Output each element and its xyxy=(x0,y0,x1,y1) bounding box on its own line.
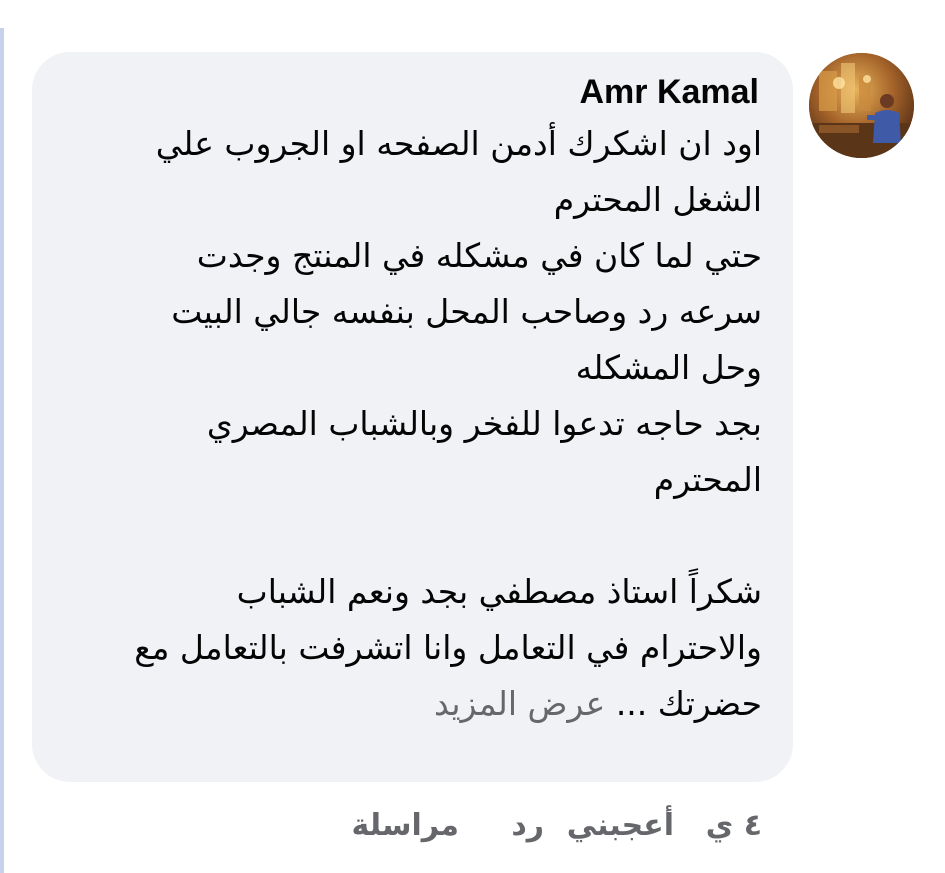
comment-line xyxy=(72,508,762,564)
comment-author-name[interactable]: Amr Kamal xyxy=(579,72,759,112)
comment-line: الشغل المحترم xyxy=(553,180,762,219)
comment-line: بجد حاجه تدعوا للفخر وبالشباب المصري xyxy=(206,404,762,443)
message-button[interactable]: مراسلة xyxy=(352,802,459,850)
see-more-link[interactable]: عرض المزيد xyxy=(434,684,605,723)
comment-actions: ٤ ي أعجبني رد مراسلة xyxy=(300,802,762,850)
comment-line: اود ان اشكرك أدمن الصفحه او الجروب علي xyxy=(155,124,762,163)
comment-line: سرعه رد وصاحب المحل بنفسه جالي البيت xyxy=(171,292,762,331)
comment-line: شكراً استاذ مصطفي بجد ونعم الشباب xyxy=(236,572,762,611)
avatar[interactable] xyxy=(809,53,914,158)
comment-line: حتي لما كان في مشكله في المنتج وجدت xyxy=(196,236,762,275)
comment-timestamp[interactable]: ٤ ي xyxy=(706,802,762,850)
comment-last-line: حضرتك ... عرض المزيد xyxy=(72,676,762,732)
comment-line: والاحترام في التعامل وانا اتشرفت بالتعام… xyxy=(134,628,762,667)
comment-line: المحترم xyxy=(653,460,762,499)
thread-line xyxy=(0,28,4,873)
comment-line: وحل المشكله xyxy=(575,348,762,387)
like-button[interactable]: أعجبني xyxy=(567,802,674,850)
comment-truncated-text: حضرتك ... xyxy=(615,684,762,723)
reply-button[interactable]: رد xyxy=(511,802,544,850)
profile-photo-icon xyxy=(809,53,914,158)
comment-text: اود ان اشكرك أدمن الصفحه او الجروب علي ا… xyxy=(72,116,762,732)
